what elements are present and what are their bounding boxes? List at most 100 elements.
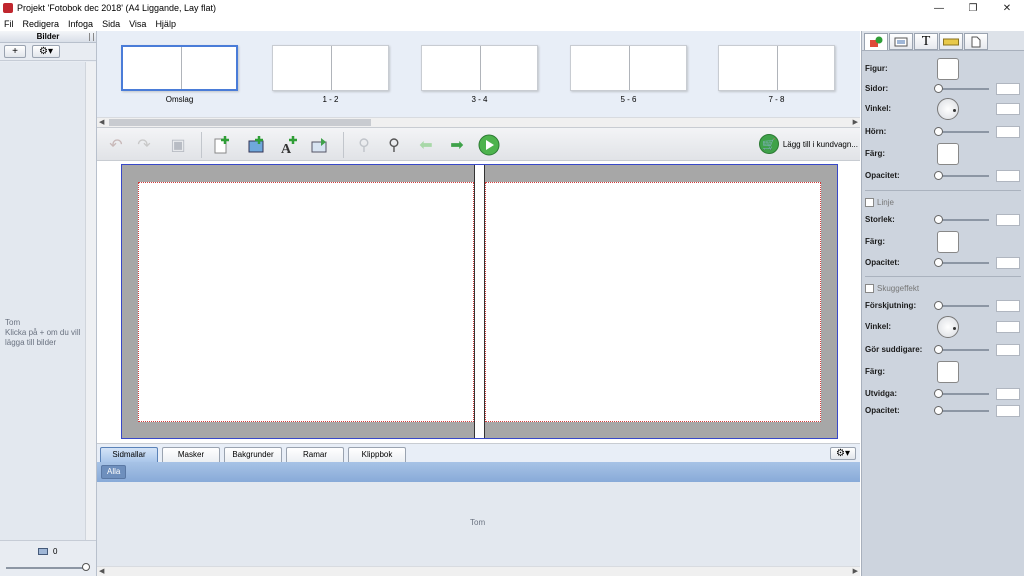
template-gallery[interactable]: Tom: [97, 482, 860, 566]
panel-grip-icon[interactable]: [89, 33, 94, 41]
scroll-left-icon[interactable]: ◀: [99, 567, 104, 575]
prop-opacitet: Opacitet:: [865, 169, 1023, 183]
images-list[interactable]: Tom Klicka på + om du vill lägga till bi…: [0, 62, 86, 570]
play-preview-icon[interactable]: [478, 134, 500, 156]
spread-label: 3 - 4: [471, 95, 488, 104]
shadow-color-picker[interactable]: [937, 361, 959, 383]
prop-label: Hörn:: [865, 127, 887, 136]
filter-all[interactable]: Alla: [101, 465, 127, 479]
prop-label: Gör suddigare:: [865, 345, 923, 354]
spread-thumb-cover[interactable]: Omslag: [121, 45, 238, 104]
shadow-blur-value-field[interactable]: [996, 344, 1020, 356]
sides-value-field[interactable]: [996, 83, 1020, 95]
menu-hjalp[interactable]: Hjälp: [155, 19, 176, 29]
shape-picker[interactable]: [937, 58, 959, 80]
page-left[interactable]: [138, 182, 474, 422]
line-opacity-value-field[interactable]: [996, 257, 1020, 269]
cover-spread[interactable]: [121, 164, 838, 439]
slider-knob[interactable]: [934, 389, 943, 398]
add-page-icon[interactable]: [211, 134, 233, 156]
sides-slider[interactable]: [934, 84, 989, 93]
gallery-scrollbar[interactable]: ◀ ▶: [97, 566, 860, 576]
line-checkbox[interactable]: [865, 198, 874, 207]
images-scrollbar[interactable]: [85, 62, 96, 570]
zoom-out-icon[interactable]: ⚲: [353, 134, 375, 156]
frame-properties-tab[interactable]: [889, 33, 913, 50]
shadow-expand-value-field[interactable]: [996, 388, 1020, 400]
tab-masker[interactable]: Masker: [162, 447, 220, 462]
tab-bakgrunder[interactable]: Bakgrunder: [224, 447, 282, 462]
spread-thumb-image: [421, 45, 538, 91]
redo-icon[interactable]: ↷: [133, 134, 155, 156]
thumbnail-size-slider[interactable]: [6, 567, 86, 569]
restore-button[interactable]: ❐: [956, 0, 990, 16]
previous-spread-icon[interactable]: ⬅: [415, 134, 437, 156]
tab-ramar[interactable]: Ramar: [286, 447, 344, 462]
slider-knob[interactable]: [934, 171, 943, 180]
scroll-right-icon[interactable]: ▶: [853, 567, 858, 575]
corners-slider[interactable]: [934, 127, 989, 136]
menu-sida[interactable]: Sida: [102, 19, 120, 29]
opacity-slider[interactable]: [934, 171, 989, 180]
scroll-left-icon[interactable]: ◀: [99, 118, 104, 126]
scroll-right-icon[interactable]: ▶: [853, 118, 858, 126]
close-button[interactable]: ✕: [990, 0, 1024, 16]
menu-infoga[interactable]: Infoga: [68, 19, 93, 29]
add-text-icon[interactable]: A: [278, 134, 300, 156]
thumbnail-size-knob[interactable]: [82, 563, 90, 571]
line-size-value-field[interactable]: [996, 214, 1020, 226]
menu-redigera[interactable]: Redigera: [23, 19, 60, 29]
add-clipart-icon[interactable]: [309, 134, 331, 156]
add-image-icon[interactable]: [246, 134, 268, 156]
menu-fil[interactable]: Fil: [4, 19, 14, 29]
slider-knob[interactable]: [934, 215, 943, 224]
shadow-angle-value-field[interactable]: [996, 321, 1020, 333]
save-icon[interactable]: ▣: [167, 134, 189, 156]
minimize-button[interactable]: —: [922, 0, 956, 16]
spread-thumb-5-6[interactable]: 5 - 6: [570, 45, 687, 104]
ruler-properties-tab[interactable]: [939, 33, 963, 50]
menu-visa[interactable]: Visa: [129, 19, 146, 29]
shadow-checkbox[interactable]: [865, 284, 874, 293]
shadow-expand-slider[interactable]: [934, 389, 989, 398]
images-settings-button[interactable]: ⚙▾: [32, 45, 60, 58]
shadow-offset-slider[interactable]: [934, 301, 989, 310]
shadow-angle-dial[interactable]: [937, 316, 959, 338]
spread-thumb-7-8[interactable]: 7 - 8: [718, 45, 835, 104]
add-images-button[interactable]: +: [4, 45, 26, 58]
shadow-offset-value-field[interactable]: [996, 300, 1020, 312]
corners-value-field[interactable]: [996, 126, 1020, 138]
tab-klippbok[interactable]: Klippbok: [348, 447, 406, 462]
spread-strip-scrollbar[interactable]: ◀ ▶: [97, 117, 860, 127]
slider-knob[interactable]: [934, 301, 943, 310]
slider-knob[interactable]: [934, 127, 943, 136]
page-right[interactable]: [485, 182, 821, 422]
slider-knob[interactable]: [934, 345, 943, 354]
text-properties-tab[interactable]: T: [914, 33, 938, 50]
next-spread-icon[interactable]: ➡: [446, 134, 468, 156]
shape-properties-tab[interactable]: [864, 33, 888, 50]
shadow-blur-slider[interactable]: [934, 345, 989, 354]
zoom-in-icon[interactable]: ⚲: [383, 134, 405, 156]
angle-value-field[interactable]: [996, 103, 1020, 115]
line-size-slider[interactable]: [934, 215, 989, 224]
gallery-settings-button[interactable]: ⚙▾: [830, 447, 856, 460]
slider-knob[interactable]: [934, 406, 943, 415]
line-opacity-slider[interactable]: [934, 258, 989, 267]
editor-canvas[interactable]: [97, 162, 860, 442]
slider-knob[interactable]: [934, 84, 943, 93]
opacity-value-field[interactable]: [996, 170, 1020, 182]
slider-knob[interactable]: [934, 258, 943, 267]
add-to-cart-button[interactable]: 🛒 Lägg till i kundvagn...: [758, 134, 858, 154]
shadow-opacity-value-field[interactable]: [996, 405, 1020, 417]
undo-icon[interactable]: ↶: [105, 134, 127, 156]
fill-color-picker[interactable]: [937, 143, 959, 165]
spread-thumb-3-4[interactable]: 3 - 4: [421, 45, 538, 104]
angle-dial[interactable]: [937, 98, 959, 120]
line-color-picker[interactable]: [937, 231, 959, 253]
spread-thumb-1-2[interactable]: 1 - 2: [272, 45, 389, 104]
shadow-opacity-slider[interactable]: [934, 406, 989, 415]
page-properties-tab[interactable]: [964, 33, 988, 50]
scrollbar-thumb[interactable]: [109, 119, 371, 126]
tab-sidmallar[interactable]: Sidmallar: [100, 447, 158, 462]
